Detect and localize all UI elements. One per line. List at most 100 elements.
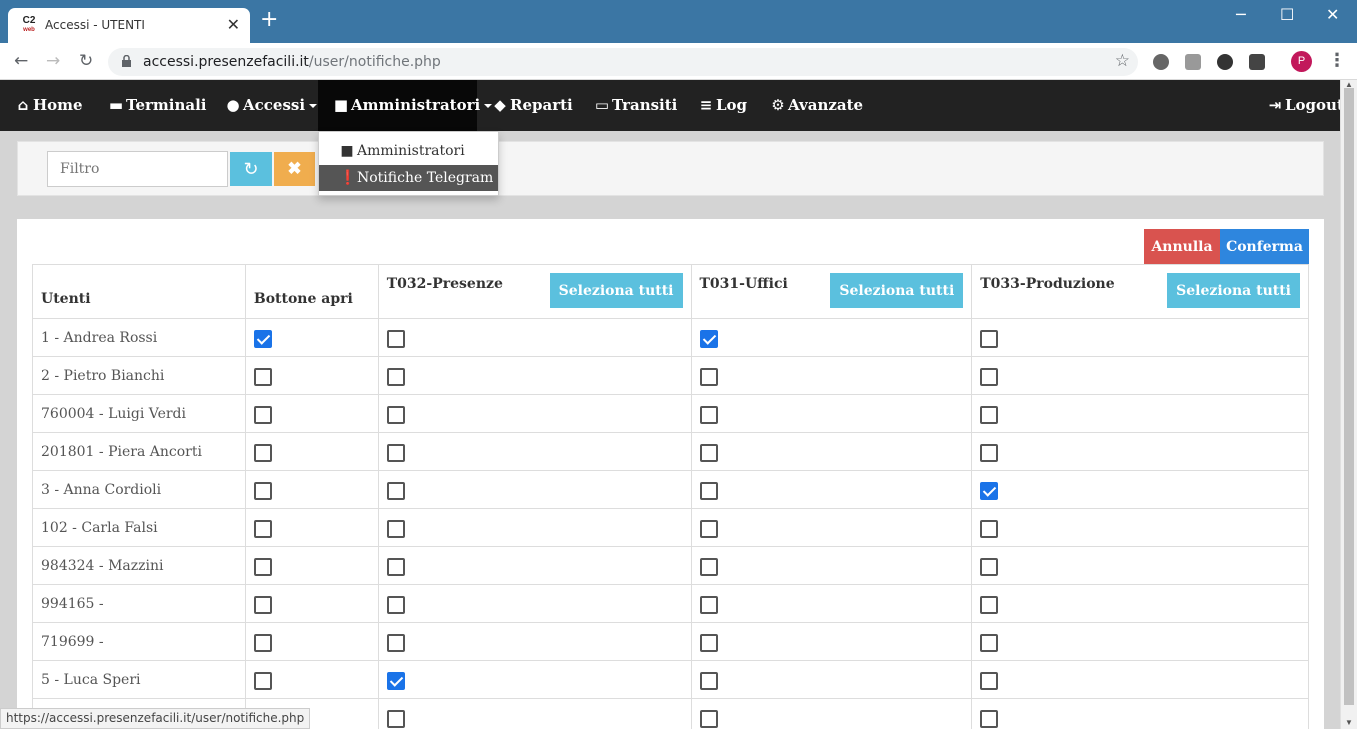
dropdown-item-amministratori[interactable]: ■ Amministratori — [319, 138, 498, 164]
extension-icon[interactable] — [1249, 54, 1265, 70]
url-host: accessi.presenzefacili.it — [143, 54, 309, 70]
notification-checkbox[interactable] — [980, 595, 999, 614]
notification-checkbox[interactable] — [386, 443, 405, 462]
extension-icon[interactable] — [1153, 54, 1169, 70]
amministratori-dropdown: ■ Amministratori ❗Notifiche Telegram — [318, 131, 499, 196]
nav-log[interactable]: ≡ Log — [683, 80, 747, 131]
notification-checkbox[interactable] — [253, 633, 272, 652]
minimize-icon[interactable]: ─ — [1236, 5, 1246, 24]
notification-checkbox[interactable] — [980, 329, 999, 348]
maximize-icon[interactable]: ☐ — [1280, 5, 1294, 24]
notification-checkbox[interactable] — [980, 367, 999, 386]
user-name-cell: 5 - Luca Speri — [32, 660, 246, 699]
notification-checkbox[interactable] — [386, 329, 405, 348]
notification-checkbox[interactable] — [253, 405, 272, 424]
table-header-row: Utenti Bottone apri T032-Presenze Selezi… — [32, 264, 1309, 319]
select-all-t032-button[interactable]: Seleziona tutti — [549, 273, 683, 308]
notification-checkbox[interactable] — [699, 519, 718, 538]
notification-checkbox[interactable] — [699, 405, 718, 424]
notification-checkbox[interactable] — [253, 671, 272, 690]
extension-icon[interactable] — [1185, 54, 1201, 70]
notification-checkbox[interactable] — [699, 671, 718, 690]
user-name-cell: 1 - Andrea Rossi — [32, 318, 246, 357]
checkbox-cell — [377, 394, 692, 433]
notification-checkbox[interactable] — [253, 329, 272, 348]
table-row: 719699 - — [32, 622, 1309, 661]
notification-checkbox[interactable] — [980, 405, 999, 424]
browser-menu-icon[interactable]: ⋮ — [1328, 50, 1346, 71]
nav-logout[interactable]: ⇥ Logout — [1252, 80, 1344, 131]
bookmark-star-icon[interactable]: ☆ — [1115, 51, 1130, 71]
notification-checkbox[interactable] — [253, 367, 272, 386]
notification-checkbox[interactable] — [386, 367, 405, 386]
notification-checkbox[interactable] — [386, 557, 405, 576]
back-icon[interactable]: ← — [14, 51, 28, 71]
notifications-table: Utenti Bottone apri T032-Presenze Selezi… — [32, 264, 1309, 729]
nav-avanzate[interactable]: ⚙ Avanzate — [755, 80, 863, 131]
lock-icon — [122, 55, 131, 67]
annulla-button[interactable]: Annulla — [1144, 229, 1220, 265]
notification-checkbox[interactable] — [386, 519, 405, 538]
url-field[interactable]: accessi.presenzefacili.it/user/notifiche… — [108, 48, 1138, 76]
address-bar: ← → ↻ accessi.presenzefacili.it/user/not… — [0, 43, 1357, 80]
notification-checkbox[interactable] — [980, 557, 999, 576]
extension-icon[interactable] — [1217, 54, 1233, 70]
notification-checkbox[interactable] — [980, 709, 999, 728]
nav-home[interactable]: ⌂ Home — [0, 80, 83, 131]
forward-icon[interactable]: → — [46, 51, 60, 71]
notification-checkbox[interactable] — [699, 633, 718, 652]
select-all-t033-button[interactable]: Seleziona tutti — [1167, 273, 1300, 308]
notification-checkbox[interactable] — [980, 443, 999, 462]
nav-accessi[interactable]: ● Accessi — [210, 80, 318, 131]
notification-checkbox[interactable] — [699, 329, 718, 348]
notification-checkbox[interactable] — [386, 595, 405, 614]
scrollbar-thumb[interactable] — [1344, 88, 1354, 705]
table-row: 201801 - Piera Ancorti — [32, 432, 1309, 471]
clear-filter-button[interactable]: ✖ — [274, 152, 315, 186]
tab-close-icon[interactable]: ✕ — [227, 15, 240, 34]
user-name-cell: 201801 - Piera Ancorti — [32, 432, 246, 471]
notification-checkbox[interactable] — [253, 519, 272, 538]
user-name-cell: 984324 - Mazzini — [32, 546, 246, 585]
notification-checkbox[interactable] — [699, 367, 718, 386]
refresh-button[interactable]: ↻ — [230, 152, 272, 186]
notification-checkbox[interactable] — [386, 671, 405, 690]
lock-icon: ■ — [340, 143, 354, 159]
dropdown-item-notifiche-telegram[interactable]: ❗Notifiche Telegram — [319, 165, 498, 191]
notification-checkbox[interactable] — [699, 709, 718, 728]
filter-input[interactable] — [47, 151, 228, 187]
window-close-icon[interactable]: ✕ — [1326, 5, 1339, 24]
notification-checkbox[interactable] — [980, 671, 999, 690]
notification-checkbox[interactable] — [980, 633, 999, 652]
notification-checkbox[interactable] — [386, 709, 405, 728]
scroll-down-icon[interactable]: ▼ — [1345, 718, 1353, 727]
nav-transiti[interactable]: ▭ Transiti — [579, 80, 677, 131]
notification-checkbox[interactable] — [699, 557, 718, 576]
profile-avatar[interactable]: P — [1291, 51, 1312, 72]
notification-checkbox[interactable] — [253, 557, 272, 576]
notification-checkbox[interactable] — [253, 443, 272, 462]
notification-checkbox[interactable] — [386, 405, 405, 424]
checkbox-cell — [244, 470, 379, 509]
page-scrollbar[interactable]: ▲ ▼ — [1340, 80, 1357, 729]
notification-checkbox[interactable] — [253, 481, 272, 500]
notification-checkbox[interactable] — [980, 481, 999, 500]
conferma-button[interactable]: Conferma — [1220, 229, 1309, 265]
user-name-cell: 2 - Pietro Bianchi — [32, 356, 246, 395]
browser-tab-strip: C2 web Accessi - UTENTI ✕ + ─ ☐ ✕ — [0, 0, 1357, 43]
nav-amministratori[interactable]: ■ Amministratori — [318, 80, 493, 131]
notification-checkbox[interactable] — [980, 519, 999, 538]
nav-terminali[interactable]: ▬ Terminali — [93, 80, 207, 131]
nav-reparti[interactable]: ◆ Reparti — [477, 80, 573, 131]
select-all-t031-button[interactable]: Seleziona tutti — [830, 273, 964, 308]
reload-icon[interactable]: ↻ — [79, 51, 93, 71]
notification-checkbox[interactable] — [386, 633, 405, 652]
notification-checkbox[interactable] — [699, 595, 718, 614]
notification-checkbox[interactable] — [253, 595, 272, 614]
notification-checkbox[interactable] — [386, 481, 405, 500]
new-tab-icon[interactable]: + — [260, 9, 278, 31]
notification-checkbox[interactable] — [699, 481, 718, 500]
notification-checkbox[interactable] — [699, 443, 718, 462]
checkbox-cell — [690, 356, 973, 395]
browser-tab[interactable]: C2 web Accessi - UTENTI ✕ — [8, 8, 250, 43]
